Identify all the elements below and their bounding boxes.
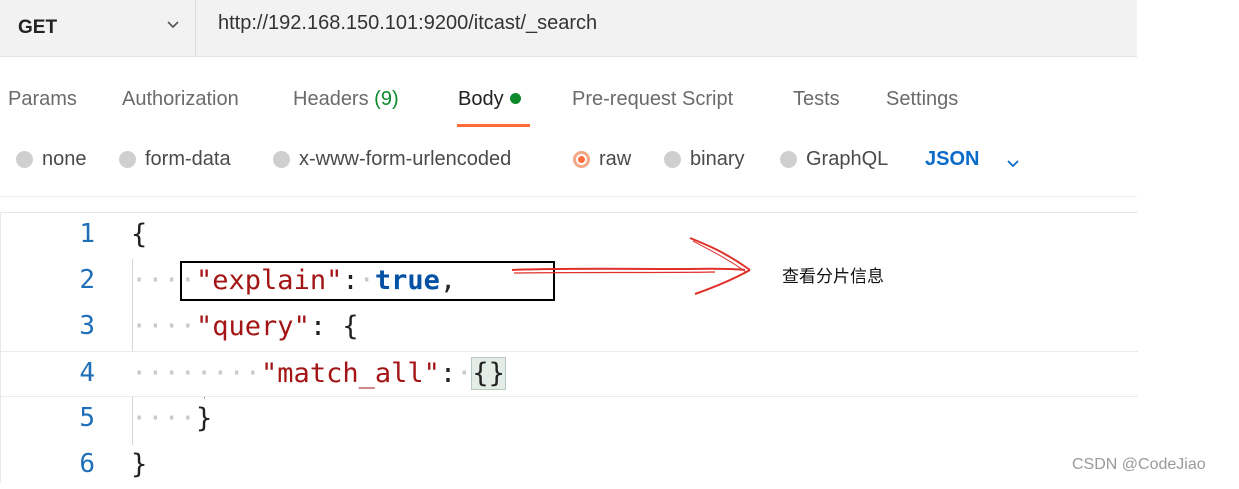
radio-none[interactable]: none [16,148,87,171]
tab-settings[interactable]: Settings [886,88,958,111]
json-key: "match_all" [261,358,440,389]
brace: { [131,219,148,250]
method-select[interactable]: GET [0,0,195,56]
radio-label: none [42,148,87,170]
code-text: ····} [131,403,213,434]
line-number: 2 [79,265,95,295]
body-type-options: none form-data x-www-form-urlencoded raw… [0,140,1137,182]
radio-binary[interactable]: binary [664,148,744,171]
request-tabs: Params Authorization Headers (9) Body Pr… [0,82,1137,128]
method-label: GET [18,17,58,38]
url-input[interactable]: http://192.168.150.101:9200/itcast/_sear… [218,12,597,35]
divider [0,196,1137,197]
headers-count: (9) [374,88,399,110]
radio-dot-selected [573,151,590,168]
tab-tests[interactable]: Tests [793,88,840,111]
code-text: { [131,219,147,250]
line-number: 6 [79,449,95,479]
radio-label: GraphQL [806,148,889,170]
code-line-current: 4 ········"match_all":·{} [1,351,1138,397]
annotation-box [180,261,555,301]
tab-body-label: Body [458,88,504,110]
code-line: 5 ····} [1,397,1138,443]
radio-label: x-www-form-urlencoded [299,148,512,170]
tab-headers[interactable]: Headers (9) [293,88,399,111]
punctuation: : { [309,311,359,342]
line-number: 3 [79,311,95,341]
radio-dot [119,151,136,168]
active-tab-underline [457,124,530,127]
radio-label: raw [599,148,632,170]
tab-pre-request-script[interactable]: Pre-request Script [572,88,733,111]
code-line: 6 } [1,443,1138,489]
annotation-arrow-icon [511,237,751,295]
json-key: "query" [196,311,310,342]
watermark: CSDN @CodeJiao [1072,456,1206,473]
request-bar: GET http://192.168.150.101:9200/itcast/_… [0,0,1137,57]
code-text: ····"query": { [131,311,359,342]
chevron-down-icon[interactable] [1004,154,1022,172]
code-text: ········"match_all":·{} [131,357,506,390]
line-number: 5 [79,403,95,433]
code-text: } [131,449,147,480]
colon: : [439,358,457,389]
tab-body[interactable]: Body [458,88,521,111]
radio-graphql[interactable]: GraphQL [780,148,888,171]
radio-dot [664,151,681,168]
radio-dot [16,151,33,168]
body-indicator-dot [509,93,521,105]
tab-authorization[interactable]: Authorization [122,88,239,111]
line-number: 1 [79,219,95,249]
radio-raw[interactable]: raw [573,148,631,171]
tab-params[interactable]: Params [8,88,77,111]
format-select[interactable]: JSON [925,148,979,171]
brace: } [131,449,148,480]
annotation-label: 查看分片信息 [782,267,884,287]
radio-form-data[interactable]: form-data [119,148,231,171]
matched-braces: {} [471,357,506,390]
chevron-down-icon [167,21,179,29]
radio-dot [273,151,290,168]
divider [195,0,196,56]
brace: } [196,403,213,434]
tab-headers-label: Headers [293,88,375,110]
code-line: 3 ····"query": { [1,305,1138,351]
radio-x-www-form-urlencoded[interactable]: x-www-form-urlencoded [273,148,511,171]
line-number: 4 [79,358,95,388]
radio-label: binary [690,148,745,170]
radio-label: form-data [145,148,231,170]
radio-dot [780,151,797,168]
